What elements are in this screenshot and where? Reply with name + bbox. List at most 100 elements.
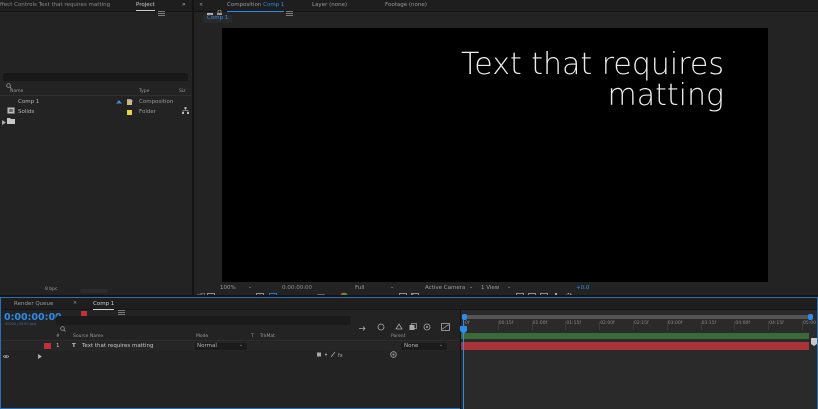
motion-blur-icon[interactable] — [423, 316, 431, 331]
column-name[interactable]: Name — [10, 89, 23, 95]
work-area-bar[interactable] — [461, 333, 809, 339]
table-row[interactable]: 1 T Text that requires matting Normal ⌄ … — [1, 342, 459, 359]
flowchart-icon[interactable] — [552, 285, 560, 300]
list-item[interactable]: Solids Folder — [0, 108, 192, 125]
expand-panels-icon[interactable]: » — [182, 2, 186, 8]
timeline-graph-area[interactable]: 0f 00:15f 01:00f 01:15f 02:00f 02:15f 03:00f 03… — [460, 310, 817, 409]
mask-visibility-icon[interactable] — [269, 285, 277, 300]
current-time-display[interactable]: 0:00:00:00 — [282, 285, 312, 292]
ruler-tick-label: 02:00f — [600, 321, 615, 326]
transparency-grid-icon[interactable] — [411, 285, 419, 300]
sort-arrow-icon[interactable] — [116, 89, 122, 104]
switches-icons[interactable]: fx — [317, 333, 379, 349]
blend-mode-dropdown[interactable]: Normal ⌄ — [195, 343, 247, 350]
canvas-text-layer[interactable]: Text that requires matting — [461, 49, 724, 111]
tab-effect-controls[interactable]: ffect Controls Text that requires mattin… — [0, 2, 110, 9]
solo-icon[interactable] — [18, 334, 23, 349]
shy-layers-icon[interactable] — [395, 316, 403, 330]
bit-depth-button[interactable]: 8 bpc — [45, 287, 57, 293]
fast-previews-icon[interactable] — [528, 285, 536, 300]
column-track-matte[interactable]: TrkMat — [260, 334, 275, 340]
chevron-down-icon[interactable]: ⌄ — [469, 285, 473, 290]
parent-dropdown[interactable]: None ⌄ — [401, 343, 447, 350]
new-composition-icon[interactable] — [25, 287, 33, 302]
comp-mini-flowchart-icon[interactable] — [359, 317, 367, 331]
search-input[interactable] — [3, 73, 188, 89]
comp-breadcrumb[interactable]: Comp 1 — [203, 15, 233, 23]
navigator-bar[interactable] — [462, 314, 813, 320]
panel-menu-icon[interactable] — [118, 301, 125, 315]
flow-slider[interactable] — [80, 289, 108, 293]
view-layout-dropdown[interactable]: 1 View — [481, 285, 499, 292]
composition-icon — [7, 99, 15, 114]
eye-icon[interactable] — [2, 344, 10, 359]
toggle-pixel-aspect-icon[interactable] — [516, 285, 524, 300]
flowchart-icon[interactable] — [182, 99, 189, 114]
layer-switches[interactable]: fx — [317, 343, 357, 359]
delete-icon[interactable] — [67, 287, 73, 303]
column-mode[interactable]: Mode — [196, 334, 208, 340]
chevron-down-icon[interactable]: ⌄ — [507, 285, 511, 290]
column-source-name[interactable]: Source Name — [73, 334, 103, 340]
grid-guide-icon[interactable] — [256, 285, 264, 300]
playhead-icon[interactable] — [460, 319, 467, 334]
resolution-dropdown[interactable]: Full — [355, 285, 364, 292]
column-size[interactable]: Siz — [179, 89, 185, 95]
project-panel-header: ffect Controls Text that requires mattin… — [0, 0, 192, 16]
snapshot-icon[interactable] — [317, 285, 325, 300]
label-column-icon[interactable] — [42, 333, 49, 347]
column-parent[interactable]: Parent — [391, 334, 405, 340]
label-swatch[interactable] — [127, 100, 132, 105]
region-of-interest-icon[interactable] — [399, 285, 407, 300]
blend-mode-value: Normal — [197, 343, 217, 349]
reset-exposure-icon[interactable] — [565, 285, 573, 300]
expand-arrow-icon[interactable] — [38, 344, 42, 359]
layer-search-input[interactable] — [56, 316, 351, 332]
tab-layer[interactable]: Layer (none) — [312, 2, 347, 9]
close-tab-icon[interactable]: × — [73, 301, 77, 306]
chevron-down-icon[interactable]: ⌄ — [390, 285, 394, 290]
new-folder-icon[interactable] — [13, 287, 21, 302]
monitor-icon[interactable] — [207, 285, 215, 301]
audio-icon[interactable] — [11, 334, 16, 349]
panel-menu-icon[interactable] — [158, 2, 165, 16]
tab-footage[interactable]: Footage (none) — [385, 2, 427, 9]
exposure-value[interactable]: +0.0 — [576, 285, 589, 292]
camera-dropdown[interactable]: Active Camera — [425, 285, 465, 292]
graph-editor-icon[interactable] — [441, 316, 450, 331]
tab-comp[interactable]: Comp 1 — [93, 301, 115, 310]
lock-icon[interactable] — [25, 333, 30, 348]
timeline-icon[interactable] — [540, 285, 548, 300]
panel-menu-icon[interactable] — [286, 2, 293, 16]
close-tab-icon[interactable]: × — [199, 3, 203, 8]
column-track-t[interactable]: T — [251, 334, 254, 340]
search-icon — [6, 74, 13, 89]
always-preview-icon[interactable] — [196, 285, 206, 301]
zoom-dropdown[interactable]: 100% — [220, 285, 236, 292]
frame-blending-icon[interactable] — [409, 316, 417, 330]
label-swatch[interactable] — [127, 110, 132, 115]
interpret-footage-icon[interactable] — [2, 287, 10, 302]
eye-icon[interactable] — [2, 334, 10, 349]
layer-label-swatch[interactable] — [44, 343, 51, 349]
tab-project[interactable]: Project — [136, 2, 155, 11]
comp-button-icon[interactable] — [811, 331, 817, 346]
composition-canvas[interactable]: Text that requires matting — [222, 28, 768, 282]
expand-arrow-icon[interactable] — [2, 110, 6, 125]
label-column-icon[interactable] — [127, 89, 133, 103]
column-number[interactable]: # — [56, 334, 60, 340]
column-type[interactable]: Type — [139, 89, 149, 95]
draft-3d-icon[interactable] — [377, 316, 385, 331]
tab-composition[interactable]: Composition Comp 1 — [227, 2, 285, 12]
layer-name[interactable]: Text that requires matting — [82, 343, 154, 350]
time-ruler[interactable]: 0f 00:15f 01:00f 01:15f 02:00f 02:15f 03:00f 03… — [461, 320, 816, 332]
tab-render-queue[interactable]: Render Queue — [14, 301, 53, 308]
list-item[interactable]: Comp 1 Composition — [0, 98, 192, 114]
color-channel-icon[interactable] — [340, 285, 348, 300]
layer-duration-bar[interactable] — [461, 342, 809, 350]
ruler-tick — [700, 321, 702, 330]
frame-info: 00000 (30.00 fps) — [5, 322, 37, 326]
chevron-down-icon[interactable]: ⌄ — [248, 285, 252, 290]
lock-icon[interactable] — [217, 2, 222, 17]
pick-whip-icon[interactable] — [390, 343, 397, 358]
